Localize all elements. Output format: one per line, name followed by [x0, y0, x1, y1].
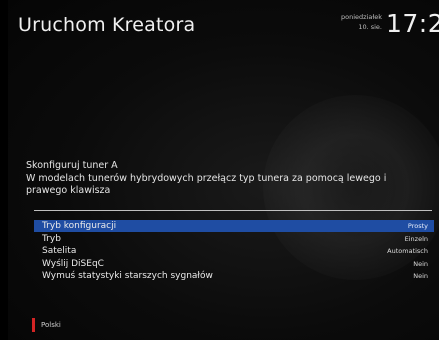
description-text: Skonfiguruj tuner A W modelach tunerów h… [26, 160, 431, 198]
menu-item-tryb[interactable]: Tryb Einzeln [34, 233, 434, 245]
wizard-screen: Uruchom Kreatora poniedziałek 10. sie. 1… [8, 0, 439, 340]
menu-item-value: Automatisch [387, 247, 428, 255]
menu-item-wymus-statystyki[interactable]: Wymuś statystyki starszych sygnałów Nein [34, 270, 434, 282]
language-indicator: Polski [32, 318, 61, 332]
page-title: Uruchom Kreatora [18, 14, 196, 36]
description-line: Skonfiguruj tuner A [26, 160, 118, 171]
menu-item-label: Wymuś statystyki starszych sygnałów [42, 271, 213, 281]
config-menu: Tryb konfiguracji Prosty Tryb Einzeln Sa… [34, 220, 434, 283]
menu-item-value: Nein [413, 259, 428, 268]
separator-line [34, 210, 432, 211]
description-line: W modelach tunerów hybrydowych przełącz … [26, 172, 387, 184]
menu-item-value: Nein [413, 272, 428, 280]
menu-item-label: Satelita [42, 246, 77, 256]
clock: 17:25 [386, 9, 439, 38]
description-line: prawego klawisza [26, 185, 111, 196]
menu-item-label: Tryb [42, 233, 61, 244]
menu-item-wyslij-diseqc[interactable]: Wyślij DiSEqC Nein [34, 258, 434, 270]
date-display: poniedziałek 10. sie. [324, 12, 382, 32]
menu-item-value: Einzeln [404, 234, 428, 243]
date-text: 10. sie. [358, 23, 382, 31]
day-name: poniedziałek [341, 13, 382, 21]
menu-item-satelita[interactable]: Satelita Automatisch [34, 245, 434, 257]
menu-item-label: Wyślij DiSEqC [42, 258, 104, 269]
menu-item-value: Prosty [407, 222, 428, 230]
menu-item-tryb-konfiguracji[interactable]: Tryb konfiguracji Prosty [34, 220, 434, 232]
menu-item-label: Tryb konfiguracji [42, 221, 117, 231]
